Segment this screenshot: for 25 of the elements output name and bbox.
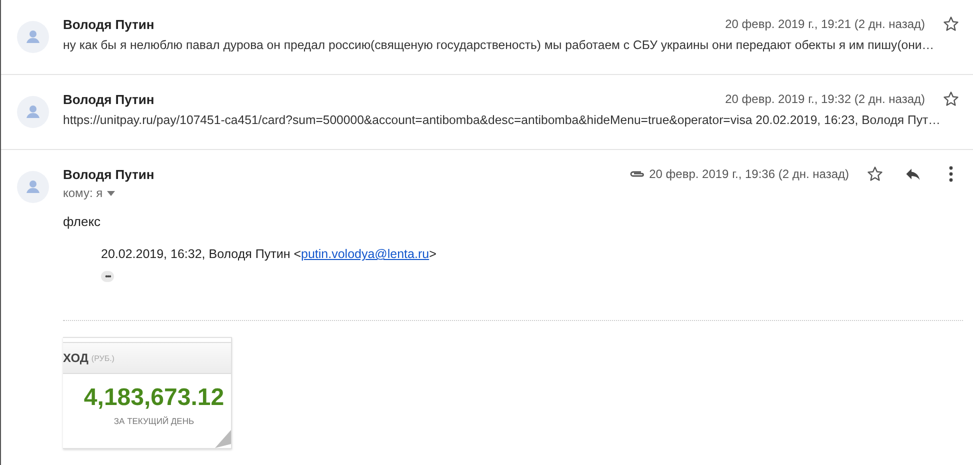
avatar-icon bbox=[17, 96, 49, 128]
revenue-amount: 4,183,673.12 bbox=[84, 384, 224, 412]
card-title: ХОД bbox=[63, 351, 88, 365]
star-icon bbox=[942, 15, 960, 33]
message-date: 20 февр. 2019 г., 19:32 (2 дн. назад) bbox=[725, 92, 925, 106]
avatar-icon bbox=[17, 171, 49, 203]
avatar-icon bbox=[17, 21, 49, 53]
message-date: 20 февр. 2019 г., 19:21 (2 дн. назад) bbox=[725, 17, 925, 31]
star-icon bbox=[942, 90, 960, 108]
sender-name: Володя Путин bbox=[63, 166, 154, 182]
show-trimmed-button[interactable]: ••• bbox=[101, 271, 114, 282]
message-snippet: ну как бы я нелюблю павал дурова он предал россию(священую государственость) мы работаем с СБУ украины они передают обекты я им пишу(они… bbox=[63, 38, 936, 52]
recipient-dropdown[interactable]: кому: я bbox=[63, 186, 115, 200]
menu-icon bbox=[949, 166, 953, 182]
message-date: 20 февр. 2019 г., 19:36 (2 дн. назад) bbox=[649, 167, 849, 181]
email-link[interactable]: putin.volodya@lenta.ru bbox=[301, 247, 430, 261]
sender-name: Володя Путин bbox=[63, 16, 154, 32]
message-body: флекс bbox=[63, 214, 101, 229]
amount-caption: ЗА ТЕКУЩИЙ ДЕНЬ bbox=[114, 416, 194, 426]
card-unit: (РУБ.) bbox=[91, 354, 114, 362]
quote-header: 20.02.2019, 16:32, Володя Путин <putin.volodya@lenta.ru> bbox=[101, 247, 436, 261]
caret-icon bbox=[106, 190, 115, 196]
star-icon bbox=[866, 165, 884, 183]
sender-name: Володя Путин bbox=[63, 92, 154, 106]
message-snippet: https://unitpay.ru/pay/107451-ca451/card?sum=500000&account=antibomba&desc=antibomba&hideMenu=true&operator=visa 20.02.2019, 16:23, Володя Пут… bbox=[63, 113, 942, 127]
